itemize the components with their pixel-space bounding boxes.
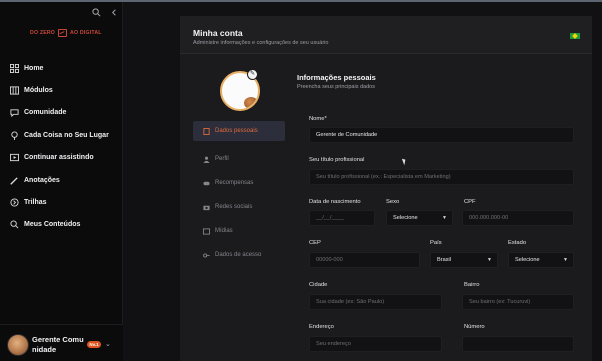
state-label: Estado: [508, 240, 527, 246]
tab-midias[interactable]: Mídias: [193, 219, 285, 243]
chat-icon: [10, 108, 19, 118]
sidebar-item-comunidade[interactable]: Comunidade: [10, 102, 120, 124]
sidebar-item-cada-coisa[interactable]: Cada Coisa no Seu Lugar: [10, 124, 120, 146]
sex-label: Sexo: [386, 199, 400, 205]
profile-name: Gerente Comu nidade: [32, 335, 84, 354]
pin-icon: [10, 131, 19, 140]
job-title-input[interactable]: Seu título profissional (ex.: Especialis…: [309, 169, 574, 185]
sidebar-item-label: Cada Coisa no Seu Lugar: [24, 131, 109, 139]
section-title: Informações pessoais: [297, 73, 376, 82]
user-icon: [203, 156, 210, 163]
chevron-down-icon: ▼: [563, 257, 568, 263]
sidebar-item-trilhas[interactable]: Trilhas: [10, 191, 120, 213]
grid-icon: [10, 63, 19, 73]
district-input[interactable]: Seu bairro (ex: Tucuruvi): [462, 294, 574, 310]
sidebar-tools: [92, 8, 120, 18]
sidebar-item-modulos[interactable]: Módulos: [10, 79, 120, 101]
address-label: Endereço: [309, 324, 334, 330]
country-select[interactable]: Brasil ▼: [430, 252, 498, 268]
account-card: Minha conta Administre informações e con…: [180, 16, 592, 361]
brand-logo[interactable]: DO ZERO AO DIGITAL: [30, 29, 102, 37]
arrow-circle-icon: [10, 198, 19, 207]
pencil-icon: [10, 176, 19, 185]
search-icon[interactable]: [92, 8, 102, 18]
chevron-down-icon: ▼: [442, 215, 447, 221]
section-subtitle: Preencha seus principais dados: [297, 84, 375, 90]
tab-dados-acesso[interactable]: Dados de acesso: [193, 243, 285, 267]
name-label: Nome*: [309, 116, 327, 122]
sidebar-item-label: Anotações: [24, 176, 60, 184]
sidebar-item-label: Meus Conteúdos: [24, 221, 81, 229]
play-icon: [10, 153, 19, 162]
chevron-down-icon: ▼: [487, 257, 492, 263]
sidebar-nav: Home Módulos Comunidade Cada Coisa no Se…: [10, 57, 120, 236]
birthdate-label: Data de nascimento: [309, 199, 361, 205]
logo-mark-icon: [58, 29, 68, 37]
gamepad-icon: [203, 180, 210, 187]
edit-photo-icon[interactable]: ✎: [247, 69, 258, 80]
media-icon: [203, 227, 210, 235]
name-field[interactable]: Gerente de Comunidade: [309, 127, 574, 143]
sidebar-item-label: Comunidade: [24, 109, 67, 117]
sidebar-item-label: Módulos: [24, 87, 53, 95]
tab-redes-sociais[interactable]: Redes sociais: [193, 195, 285, 219]
sidebar-item-label: Continuar assistindo: [24, 154, 94, 162]
city-input[interactable]: Sua cidade (ex: São Paulo): [309, 294, 442, 310]
sidebar-item-label: Trilhas: [24, 199, 47, 207]
level-badge: Nv.1: [87, 341, 101, 348]
tab-label: Perfil: [215, 156, 229, 162]
search-icon: [10, 220, 19, 229]
city-label: Cidade: [309, 282, 328, 288]
sex-select-value: Selecione: [393, 215, 418, 221]
sidebar-item-label: Home: [24, 64, 44, 72]
sidebar-item-anotacoes[interactable]: Anotações: [10, 169, 120, 191]
job-title-label: Seu título profissional: [309, 157, 365, 163]
avatar: [7, 334, 29, 356]
chevron-down-icon[interactable]: ⌄: [105, 340, 111, 348]
tab-label: Redes sociais: [215, 204, 253, 210]
birthdate-input[interactable]: __/__/____: [309, 210, 375, 226]
collapse-icon[interactable]: [110, 8, 120, 18]
tab-label: Recompensas: [215, 180, 254, 186]
number-input[interactable]: [462, 336, 574, 352]
number-label: Número: [464, 324, 485, 330]
state-select-value: Selecione: [515, 257, 540, 263]
state-select[interactable]: Selecione ▼: [508, 252, 574, 268]
cep-label: CEP: [309, 240, 321, 246]
tab-perfil[interactable]: Perfil: [193, 147, 285, 171]
modules-icon: [10, 86, 19, 95]
app-window: DO ZERO AO DIGITAL Home Módulos Comunida…: [0, 0, 602, 361]
page-subtitle: Administre informações e configurações d…: [193, 40, 329, 46]
tab-label: Dados de acesso: [215, 252, 262, 258]
cep-input[interactable]: 00000-000: [309, 252, 420, 268]
district-label: Bairro: [464, 282, 480, 288]
sidebar-item-home[interactable]: Home: [10, 57, 120, 79]
key-icon: [203, 252, 210, 259]
address-input[interactable]: Seu endereço: [309, 336, 442, 352]
tab-recompensas[interactable]: Recompensas: [193, 171, 285, 195]
cpf-input[interactable]: 000.000.000-00: [462, 210, 574, 226]
account-header: Minha conta Administre informações e con…: [180, 16, 592, 54]
account-menu: Dados pessoais Perfil Recompensas Redes …: [193, 121, 285, 267]
tab-dados-pessoais[interactable]: Dados pessoais: [193, 121, 285, 141]
camera-icon: [203, 204, 210, 211]
country-select-value: Brasil: [437, 257, 451, 263]
file-icon: [203, 127, 210, 135]
logo-text-left: DO ZERO: [30, 30, 56, 36]
sidebar: DO ZERO AO DIGITAL Home Módulos Comunida…: [0, 2, 123, 361]
brazil-flag-icon[interactable]: [570, 33, 580, 39]
user-profile-menu[interactable]: Gerente Comu nidade Nv.1 ⌄: [0, 324, 123, 361]
sidebar-item-continuar[interactable]: Continuar assistindo: [10, 147, 120, 169]
sidebar-item-meus-conteudos[interactable]: Meus Conteúdos: [10, 214, 120, 236]
cpf-label: CPF: [464, 199, 476, 205]
tab-label: Mídias: [215, 228, 233, 234]
tab-label: Dados pessoais: [215, 128, 258, 134]
country-label: País: [430, 240, 442, 246]
page-title: Minha conta: [193, 28, 243, 38]
logo-text-right: AO DIGITAL: [70, 30, 102, 36]
sex-select[interactable]: Selecione ▼: [386, 210, 453, 226]
